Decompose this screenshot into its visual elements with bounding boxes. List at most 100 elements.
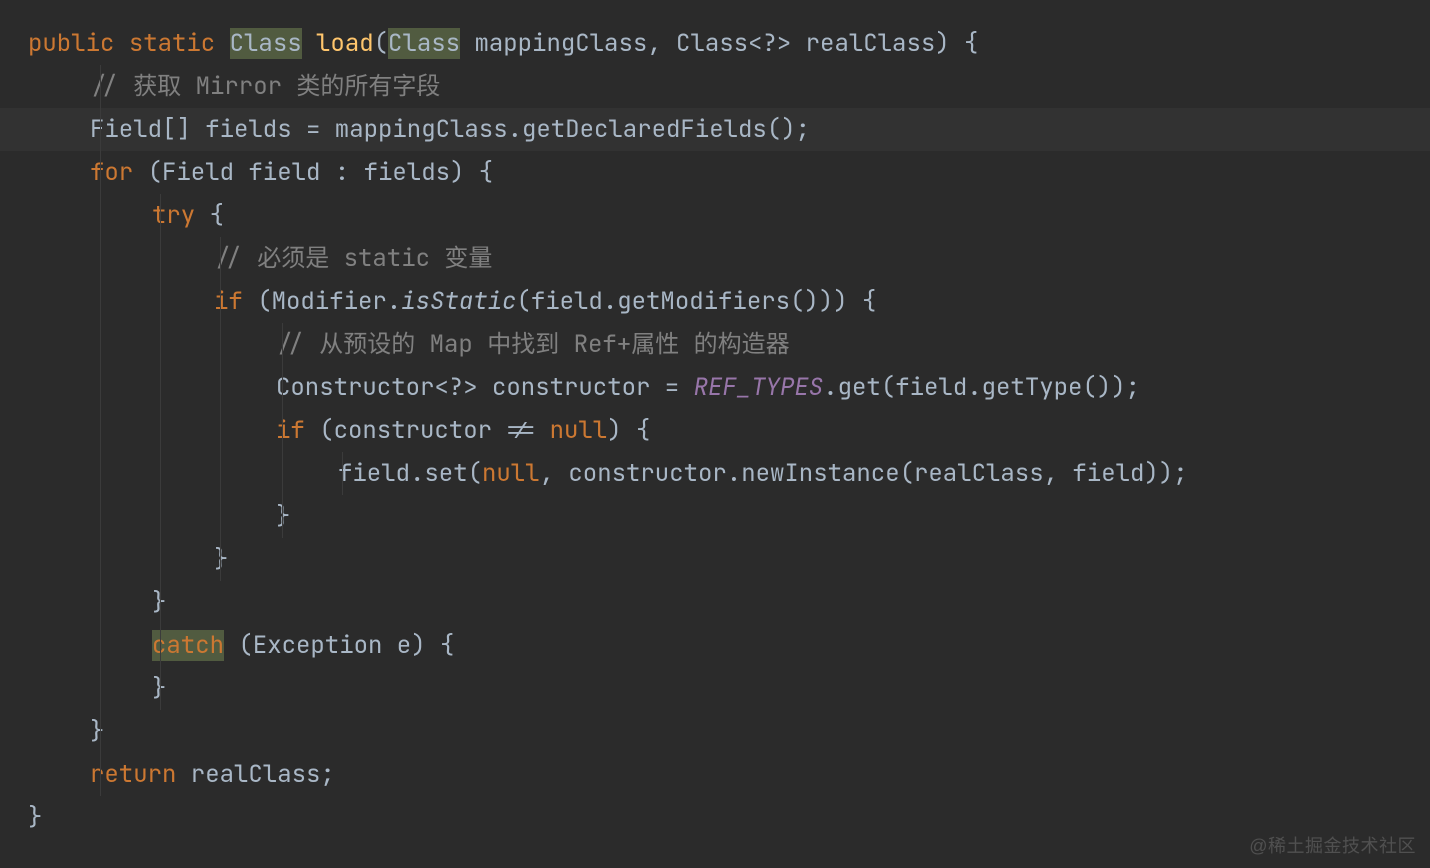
code-token xyxy=(302,28,316,59)
indent-guide xyxy=(100,495,101,538)
code-token: Constructor<?> constructor = xyxy=(276,372,694,403)
code-token: return xyxy=(90,759,176,790)
indent-guide xyxy=(220,366,221,409)
indent-guide xyxy=(100,108,101,151)
indent-guide xyxy=(220,538,221,581)
code-line[interactable]: public static Class load(Class mappingCl… xyxy=(0,22,1430,65)
code-token: Class xyxy=(388,28,460,59)
code-token: (Modifier. xyxy=(243,286,401,317)
code-token: isStatic xyxy=(401,286,516,317)
code-line[interactable]: field.set(null, constructor.newInstance(… xyxy=(0,452,1430,495)
indent-guide xyxy=(160,237,161,280)
code-token: catch xyxy=(152,630,224,661)
code-line[interactable]: } xyxy=(0,667,1430,710)
indent-guide xyxy=(220,323,221,366)
code-token: ( xyxy=(374,28,388,59)
indent-guide xyxy=(100,237,101,280)
indent-guide xyxy=(160,495,161,538)
code-line[interactable]: // 从预设的 Map 中找到 Ref+属性 的构造器 xyxy=(0,323,1430,366)
indent-guide xyxy=(100,538,101,581)
code-token: // 必须是 static 变量 xyxy=(214,243,492,274)
code-token: (Field field : fields) { xyxy=(133,157,493,188)
indent-guide xyxy=(282,323,283,366)
code-token xyxy=(114,28,128,59)
code-token: (field.getModifiers())) { xyxy=(516,286,876,317)
indent-guide xyxy=(100,323,101,366)
indent-guide xyxy=(220,452,221,495)
code-line[interactable]: } xyxy=(0,495,1430,538)
indent-guide xyxy=(100,65,101,108)
indent-guide xyxy=(100,581,101,624)
code-token: } xyxy=(214,544,228,575)
code-token: } xyxy=(90,716,104,747)
code-token: load xyxy=(316,28,374,59)
indent-guide xyxy=(220,237,221,280)
indent-guide xyxy=(160,581,161,624)
indent-guide xyxy=(220,280,221,323)
indent-guide xyxy=(100,452,101,495)
code-line[interactable]: return realClass; xyxy=(0,753,1430,796)
code-line[interactable]: try { xyxy=(0,194,1430,237)
code-line[interactable]: if (constructor != null) { xyxy=(0,409,1430,452)
code-token: { xyxy=(195,200,224,231)
indent-guide xyxy=(160,366,161,409)
code-token: field.set( xyxy=(338,458,482,489)
code-token: } xyxy=(28,802,42,833)
code-token: if xyxy=(276,415,305,446)
code-line[interactable]: for (Field field : fields) { xyxy=(0,151,1430,194)
code-token: mappingClass, Class<?> realClass) { xyxy=(460,28,978,59)
indent-guide xyxy=(160,323,161,366)
code-container: public static Class load(Class mappingCl… xyxy=(0,22,1430,839)
indent-guide xyxy=(100,753,101,796)
code-token: .get(field.getType()); xyxy=(823,372,1140,403)
indent-guide xyxy=(100,409,101,452)
code-line[interactable]: Constructor<?> constructor = REF_TYPES.g… xyxy=(0,366,1430,409)
code-token: static xyxy=(129,28,215,59)
code-token: // 从预设的 Map 中找到 Ref+属性 的构造器 xyxy=(276,329,790,360)
code-token: Class xyxy=(230,28,302,59)
code-token: , constructor.newInstance(realClass, fie… xyxy=(540,458,1188,489)
code-token: for xyxy=(90,157,133,188)
indent-guide xyxy=(100,710,101,753)
code-editor[interactable]: public static Class load(Class mappingCl… xyxy=(0,0,1430,868)
code-token: public xyxy=(28,28,114,59)
indent-guide xyxy=(100,366,101,409)
indent-guide xyxy=(220,495,221,538)
code-line[interactable]: Field[] fields = mappingClass.getDeclare… xyxy=(0,108,1430,151)
code-token: REF_TYPES xyxy=(694,372,824,403)
code-line[interactable]: catch (Exception e) { xyxy=(0,624,1430,667)
indent-guide xyxy=(100,151,101,194)
indent-guide xyxy=(282,495,283,538)
indent-guide xyxy=(160,538,161,581)
indent-guide xyxy=(160,624,161,667)
code-line[interactable]: } xyxy=(0,538,1430,581)
code-token: } xyxy=(276,501,290,532)
code-token: ) { xyxy=(607,415,650,446)
code-token: (Exception e) { xyxy=(224,630,454,661)
indent-guide xyxy=(100,194,101,237)
indent-guide xyxy=(282,409,283,452)
indent-guide xyxy=(160,452,161,495)
code-token: null xyxy=(550,415,608,446)
code-line[interactable]: } xyxy=(0,710,1430,753)
indent-guide xyxy=(282,452,283,495)
code-line[interactable]: if (Modifier.isStatic(field.getModifiers… xyxy=(0,280,1430,323)
indent-guide xyxy=(160,194,161,237)
indent-guide xyxy=(100,624,101,667)
code-line[interactable]: // 获取 Mirror 类的所有字段 xyxy=(0,65,1430,108)
code-token: null xyxy=(482,458,540,489)
code-token: realClass; xyxy=(176,759,334,790)
indent-guide xyxy=(220,409,221,452)
code-line[interactable]: } xyxy=(0,581,1430,624)
code-token: Field[] fields = mappingClass.getDeclare… xyxy=(90,114,810,145)
code-token: if xyxy=(214,286,243,317)
code-token: // 获取 Mirror 类的所有字段 xyxy=(90,71,440,102)
indent-guide xyxy=(342,452,343,495)
indent-guide xyxy=(160,409,161,452)
watermark-text: @稀土掘金技术社区 xyxy=(1249,832,1416,858)
code-token: try xyxy=(152,200,195,231)
code-line[interactable]: // 必须是 static 变量 xyxy=(0,237,1430,280)
code-line[interactable]: } xyxy=(0,796,1430,839)
code-token: (constructor != xyxy=(305,415,550,446)
code-token xyxy=(215,28,229,59)
